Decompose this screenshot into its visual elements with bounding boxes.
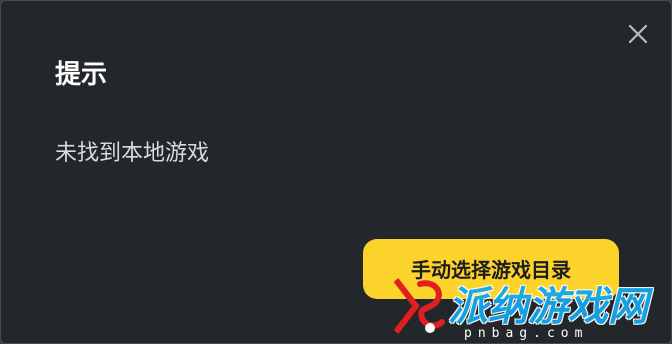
watermark-text: 派纳游戏网	[448, 284, 648, 329]
close-button[interactable]	[625, 21, 651, 47]
close-icon	[628, 24, 648, 44]
watermark-logo-icon	[393, 278, 445, 334]
site-watermark: 派纳游戏网 pnbag.com	[390, 268, 672, 344]
dialog-message: 未找到本地游戏	[55, 141, 210, 166]
watermark-domain: pnbag.com	[464, 326, 589, 341]
dialog-title: 提示	[55, 60, 108, 90]
